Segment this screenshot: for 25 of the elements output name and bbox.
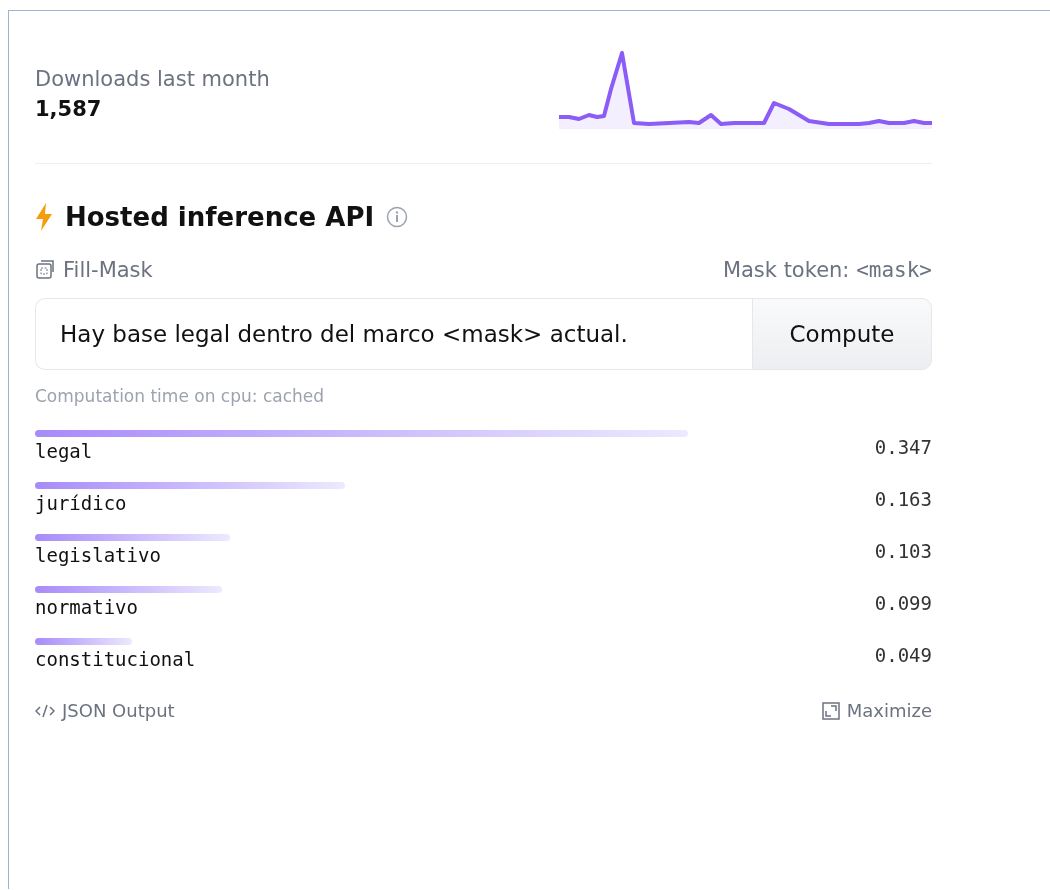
result-label: legal <box>35 440 93 462</box>
widget-title: Hosted inference API <box>65 202 375 232</box>
json-output-link[interactable]: JSON Output <box>35 700 175 721</box>
result-label: normativo <box>35 596 138 618</box>
computation-note: Computation time on cpu: cached <box>35 386 326 406</box>
result-score: 0.099 <box>874 592 932 614</box>
result-score: 0.049 <box>874 644 932 666</box>
code-icon <box>35 703 55 718</box>
info-icon[interactable] <box>386 206 409 228</box>
maximize-icon <box>821 701 840 720</box>
result-label: legislativo <box>35 544 161 566</box>
result-label: constitucional <box>35 648 196 670</box>
result-score: 0.163 <box>874 488 932 510</box>
mask-token-label: Mask token: <mask> <box>722 258 932 282</box>
compute-button[interactable]: Compute <box>752 298 932 370</box>
task-label: Fill-Mask <box>63 258 153 282</box>
downloads-label: Downloads last month <box>35 66 270 91</box>
fill-mask-icon <box>35 260 55 280</box>
lightning-icon <box>35 203 53 231</box>
maximize-link[interactable]: Maximize <box>821 700 932 721</box>
result-score: 0.347 <box>874 436 932 458</box>
input-field[interactable]: Hay base legal dentro del marco <mask> actual. <box>35 298 752 370</box>
result-score: 0.103 <box>874 540 932 562</box>
downloads-count: 1,587 <box>35 97 103 121</box>
result-label: jurídico <box>35 492 127 514</box>
